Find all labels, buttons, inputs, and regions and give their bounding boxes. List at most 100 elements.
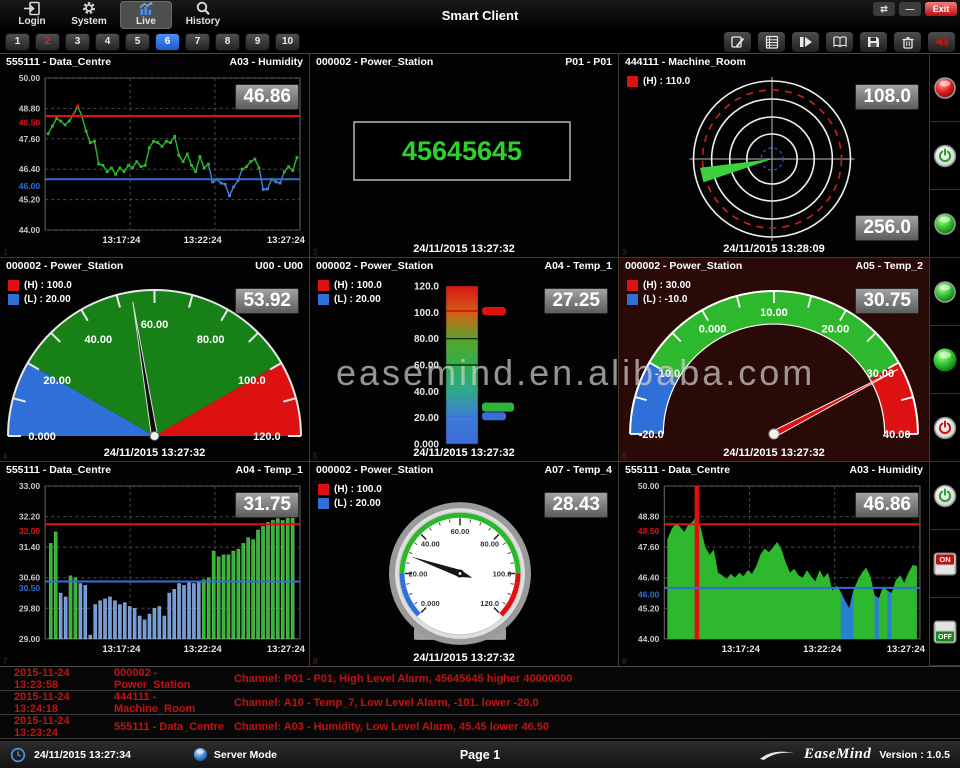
svg-text:80.00: 80.00 (197, 334, 225, 346)
alarm-row[interactable]: 2015-11-24 13:24:18 444111 - Machine_Roo… (0, 691, 960, 715)
version-label: Version : 1.0.5 (879, 749, 950, 761)
restore-icon[interactable]: ⇄ (873, 2, 895, 16)
high-legend-swatch (627, 76, 638, 87)
dashboard: 555111 - Data_Centre A03 - Humidity 50.00… (0, 54, 960, 666)
page-tab-2[interactable]: 2 (35, 33, 60, 51)
panel-index: 8 (313, 657, 317, 666)
nav-live-button[interactable]: Live (120, 1, 172, 29)
svg-text:50.00: 50.00 (19, 73, 41, 83)
minimize-icon[interactable]: — (899, 2, 921, 16)
svg-text:45.20: 45.20 (638, 603, 660, 613)
power-button-green[interactable] (930, 122, 960, 190)
page-tab-1[interactable]: 1 (5, 33, 30, 51)
svg-text:32.00: 32.00 (19, 526, 41, 536)
svg-text:120.0: 120.0 (253, 431, 281, 443)
svg-text:40.00: 40.00 (414, 387, 439, 398)
panel-radar-display: 444111 - Machine_Room (H) : 110.0 108.0 … (619, 54, 929, 257)
svg-text:0.000: 0.000 (421, 599, 440, 608)
panel-timestamp: 24/11/2015 13:27:32 (310, 447, 618, 459)
svg-text:47.60: 47.60 (19, 134, 41, 144)
page-tab-8[interactable]: 8 (215, 33, 240, 51)
svg-text:45645645: 45645645 (402, 136, 522, 166)
svg-text:13:27:24: 13:27:24 (267, 644, 306, 655)
panel-index: 4 (3, 452, 7, 461)
panel-station: 000002 - Power_Station (6, 260, 123, 274)
page-tab-6[interactable]: 6 (155, 33, 180, 51)
page-tab-9[interactable]: 9 (245, 33, 270, 51)
panel-index: 7 (3, 657, 7, 666)
low-legend-label: (L) : 20.00 (24, 294, 71, 305)
search-icon (194, 1, 212, 16)
low-legend-swatch (627, 294, 638, 305)
panel-arc-gauge-alarm: 000002 - Power_StationA05 - Temp_2 -20.0… (619, 258, 929, 461)
panel-channel: A05 - Temp_2 (856, 260, 924, 274)
nav-history-button[interactable]: History (177, 1, 229, 29)
power-button-green-2[interactable] (930, 462, 960, 530)
alarm-lamp-red[interactable] (930, 54, 960, 122)
svg-text:80.00: 80.00 (414, 334, 439, 345)
edit-note-icon[interactable] (724, 32, 751, 52)
panel-timestamp: 24/11/2015 13:27:32 (310, 652, 618, 664)
panel-station: 555111 - Data_Centre (625, 464, 730, 478)
high-legend-swatch (318, 484, 329, 495)
rocker-switch-off[interactable]: OFF (930, 598, 960, 666)
svg-text:100.0: 100.0 (238, 375, 266, 387)
panel-index: 6 (622, 452, 626, 461)
control-sidebar: ONOFF (929, 54, 960, 666)
svg-text:32.20: 32.20 (19, 512, 41, 522)
page-tab-10[interactable]: 10 (275, 33, 300, 51)
save-icon[interactable] (860, 32, 887, 52)
log-book-icon[interactable] (826, 32, 853, 52)
panel-index: 1 (3, 248, 7, 257)
panel-semi-gauge: 000002 - Power_StationU00 - U00 0.00020.… (0, 258, 309, 461)
panel-humidity-trend: 555111 - Data_CentreA03 - Humidity 50.00… (0, 54, 309, 257)
low-legend-label: (L) : 20.00 (334, 498, 381, 509)
sound-icon[interactable] (928, 32, 955, 52)
exit-button[interactable]: Exit (925, 2, 957, 16)
svg-text:40.00: 40.00 (883, 429, 911, 441)
status-lamp-green-1[interactable] (930, 190, 960, 258)
value-badge: 53.92 (235, 288, 299, 314)
low-legend-label: (L) : -10.0 (643, 294, 687, 305)
value-badge: 31.75 (235, 492, 299, 518)
delete-icon[interactable] (894, 32, 921, 52)
panel-station: 444111 - Machine_Room (625, 56, 746, 70)
power-button-red[interactable] (930, 394, 960, 462)
svg-text:13:17:24: 13:17:24 (102, 644, 141, 655)
page-tab-5[interactable]: 5 (125, 33, 150, 51)
export-play-icon[interactable] (792, 32, 819, 52)
indicator-lamp-green[interactable] (930, 326, 960, 394)
nav-login-button[interactable]: Login (6, 1, 58, 29)
nav-system-button[interactable]: System (63, 1, 115, 29)
status-lamp-green-2[interactable] (930, 258, 960, 326)
rocker-switch-on[interactable]: ON (930, 530, 960, 598)
channel-list-icon[interactable] (758, 32, 785, 52)
alarm-row[interactable]: 2015-11-24 13:23:58 000002 - Power_Stati… (0, 667, 960, 691)
svg-text:10.00: 10.00 (760, 307, 788, 319)
panel-channel: A07 - Temp_4 (545, 464, 613, 478)
svg-text:44.00: 44.00 (19, 225, 41, 235)
page-tab-7[interactable]: 7 (185, 33, 210, 51)
page-tab-4[interactable]: 4 (95, 33, 120, 51)
panel-station: 555111 - Data_Centre (6, 464, 111, 478)
svg-text:48.50: 48.50 (19, 118, 41, 128)
value-badge: 46.86 (235, 84, 299, 110)
high-legend-label: (H) : 100.0 (24, 280, 72, 291)
alarm-row[interactable]: 2015-11-24 13:23:24 555111 - Data_Centre… (0, 715, 960, 739)
value-badge-2: 256.0 (855, 215, 919, 241)
svg-text:46.00: 46.00 (19, 181, 41, 191)
alarm-station: 444111 - Machine_Room (114, 691, 234, 715)
server-mode-icon (193, 747, 208, 762)
low-legend-swatch (8, 294, 19, 305)
svg-text:31.40: 31.40 (19, 542, 41, 552)
main-nav: Login System Live History (0, 1, 229, 29)
alarm-time: 2015-11-24 13:23:24 (14, 715, 114, 739)
panel-thermometer: 000002 - Power_StationA04 - Temp_1 0.000… (310, 258, 618, 461)
panel-channel: A03 - Humidity (229, 56, 303, 70)
svg-text:48.80: 48.80 (19, 103, 41, 113)
clock-icon (10, 747, 26, 763)
alarm-message: Channel: P01 - P01, High Level Alarm, 45… (234, 673, 960, 685)
page-tab-3[interactable]: 3 (65, 33, 90, 51)
panel-timestamp: 24/11/2015 13:28:09 (619, 243, 929, 255)
svg-text:60.00: 60.00 (414, 361, 439, 372)
